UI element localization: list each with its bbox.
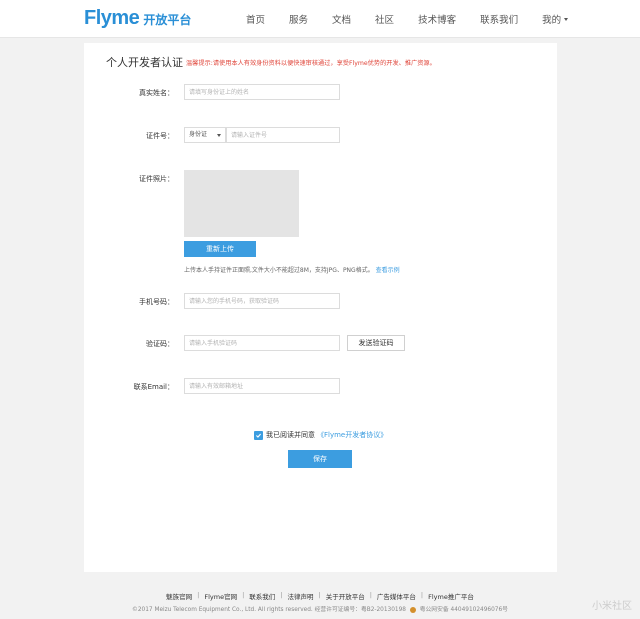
photo-label: 证件照片： (139, 175, 174, 183)
footer-link-flyme[interactable]: Flyme官网 (199, 591, 242, 601)
check-icon (256, 433, 262, 438)
logo-main-text: Flyme (84, 7, 140, 29)
nav-home[interactable]: 首页 (246, 12, 265, 26)
id-type-value: 身份证 (189, 131, 208, 138)
nav-community[interactable]: 社区 (375, 12, 394, 26)
upload-note: 上传本人手持证件正面照,文件大小不能超过8M，支持JPG、PNG格式。 查看示例 (184, 265, 400, 274)
nav-mine-dropdown[interactable]: 我的 (542, 12, 569, 26)
footer-copyright: ©2017 Meizu Telecom Equipment Co., Ltd. … (0, 604, 640, 613)
logo-sub-text: 开放平台 (143, 13, 192, 27)
nav-docs[interactable]: 文档 (332, 12, 351, 26)
flyme-logo[interactable]: Flyme 开放平台 (84, 7, 191, 31)
developer-agreement-link[interactable]: 《Flyme开发者协议》 (317, 430, 387, 440)
warm-hint: 温馨提示:请使用本人有效身份资料以便快速审核通过，享受Flyme优势的开发、推广… (186, 60, 436, 67)
main-nav: 首页 服务 文档 社区 技术博客 联系我们 我的 (246, 12, 569, 26)
real-name-input[interactable] (184, 84, 340, 100)
verification-card: 个人开发者认证 温馨提示:请使用本人有效身份资料以便快速审核通过，享受Flyme… (84, 43, 557, 572)
watermark: 小米社区 (592, 601, 632, 612)
id-label: 证件号： (146, 132, 174, 140)
upload-note-text: 上传本人手持证件正面照,文件大小不能超过8M，支持JPG、PNG格式。 (184, 267, 374, 274)
page-title: 个人开发者认证 (106, 56, 183, 69)
id-type-select[interactable]: 身份证 (184, 127, 226, 143)
footer-link-ad-platform[interactable]: 广告媒体平台 (372, 591, 421, 601)
footer-links: 魅族官网 | Flyme官网 | 联系我们 | 法律声明 | 关于开放平台 | 广告媒体平… (0, 591, 640, 601)
phone-input[interactable] (184, 293, 340, 309)
footer-link-meizu[interactable]: 魅族官网 (161, 591, 197, 601)
id-number-input[interactable] (226, 127, 340, 143)
chevron-down-icon (564, 17, 569, 21)
footer-link-contact[interactable]: 联系我们 (244, 591, 280, 601)
phone-label: 手机号码： (139, 298, 174, 306)
save-button[interactable]: 保存 (288, 450, 352, 468)
nav-services[interactable]: 服务 (289, 12, 308, 26)
chevron-down-icon (217, 133, 221, 137)
footer-link-legal[interactable]: 法律声明 (283, 591, 319, 601)
nav-mine-label: 我的 (542, 15, 562, 26)
code-label: 验证码： (146, 340, 174, 348)
police-badge-icon (409, 606, 416, 613)
footer-link-promo-platform[interactable]: Flyme推广平台 (423, 591, 479, 601)
name-label: 真实姓名： (139, 89, 174, 97)
agree-checkbox[interactable] (254, 430, 263, 440)
footer-link-about[interactable]: 关于开放平台 (321, 591, 370, 601)
view-example-link[interactable]: 查看示例 (376, 267, 400, 274)
agreement-row: 我已阅读并同意 《Flyme开发者协议》 (254, 430, 387, 440)
copyright-text: ©2017 Meizu Telecom Equipment Co., Ltd. … (132, 607, 406, 613)
police-record-text: 粤公网安备 44049102496076号 (419, 607, 508, 613)
send-code-button[interactable]: 发送验证码 (347, 335, 405, 351)
nav-contact[interactable]: 联系我们 (480, 12, 518, 26)
id-photo-preview[interactable] (184, 170, 299, 237)
email-label: 联系Email： (133, 383, 174, 391)
nav-tech-blog[interactable]: 技术博客 (418, 12, 456, 26)
email-input[interactable] (184, 378, 340, 394)
verification-code-input[interactable] (184, 335, 340, 351)
top-header: Flyme 开放平台 首页 服务 文档 社区 技术博客 联系我们 我的 (0, 0, 640, 38)
reupload-button[interactable]: 重新上传 (184, 241, 256, 257)
agree-text: 我已阅读并同意 (266, 431, 315, 439)
